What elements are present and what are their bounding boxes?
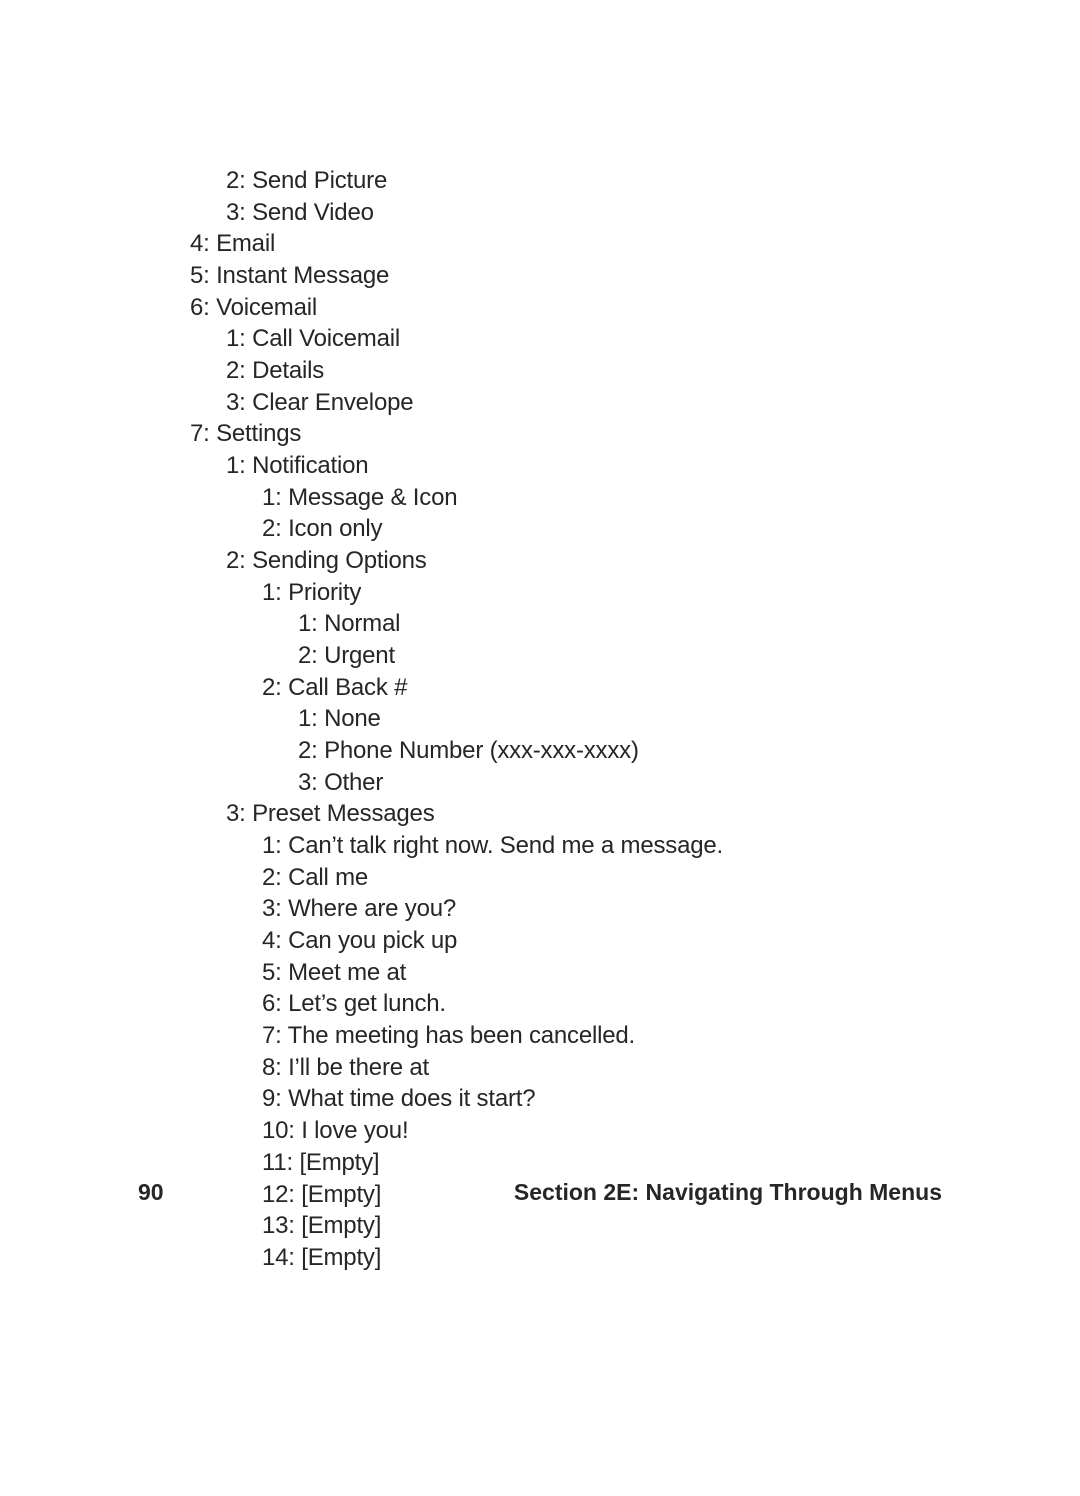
menu-entry: 2: Icon only [190, 513, 960, 545]
menu-entry: 3: Send Video [190, 197, 960, 229]
menu-entry: 2: Details [190, 355, 960, 387]
menu-entry: 3: Where are you? [190, 893, 960, 925]
menu-entry: 6: Let’s get lunch. [190, 988, 960, 1020]
menu-entry: 5: Instant Message [190, 260, 960, 292]
menu-entry: 2: Sending Options [190, 545, 960, 577]
menu-entry: 13: [Empty] [190, 1210, 960, 1242]
menu-entry: 11: [Empty] [190, 1147, 960, 1179]
menu-entry: 1: Can’t talk right now. Send me a messa… [190, 830, 960, 862]
menu-entry: 7: The meeting has been cancelled. [190, 1020, 960, 1052]
page-number: 90 [138, 1179, 164, 1206]
menu-entry: 1: None [190, 703, 960, 735]
menu-entry: 9: What time does it start? [190, 1083, 960, 1115]
menu-entry: 2: Call Back # [190, 672, 960, 704]
menu-entry: 7: Settings [190, 418, 960, 450]
menu-entry: 5: Meet me at [190, 957, 960, 989]
menu-entry: 1: Priority [190, 577, 960, 609]
menu-tree: 2: Send Picture3: Send Video4: Email5: I… [190, 165, 960, 1274]
menu-entry: 2: Urgent [190, 640, 960, 672]
menu-entry: 3: Preset Messages [190, 798, 960, 830]
menu-entry: 4: Can you pick up [190, 925, 960, 957]
menu-entry: 3: Other [190, 767, 960, 799]
menu-entry: 3: Clear Envelope [190, 387, 960, 419]
menu-entry: 6: Voicemail [190, 292, 960, 324]
menu-entry: 4: Email [190, 228, 960, 260]
page-footer: 90 Section 2E: Navigating Through Menus [138, 1179, 942, 1206]
menu-entry: 1: Normal [190, 608, 960, 640]
menu-entry: 2: Send Picture [190, 165, 960, 197]
menu-entry: 1: Message & Icon [190, 482, 960, 514]
menu-entry: 2: Phone Number (xxx-xxx-xxxx) [190, 735, 960, 767]
menu-entry: 1: Notification [190, 450, 960, 482]
menu-entry: 1: Call Voicemail [190, 323, 960, 355]
menu-entry: 14: [Empty] [190, 1242, 960, 1274]
section-title: Section 2E: Navigating Through Menus [514, 1179, 942, 1206]
menu-entry: 2: Call me [190, 862, 960, 894]
menu-entry: 10: I love you! [190, 1115, 960, 1147]
menu-entry: 8: I’ll be there at [190, 1052, 960, 1084]
